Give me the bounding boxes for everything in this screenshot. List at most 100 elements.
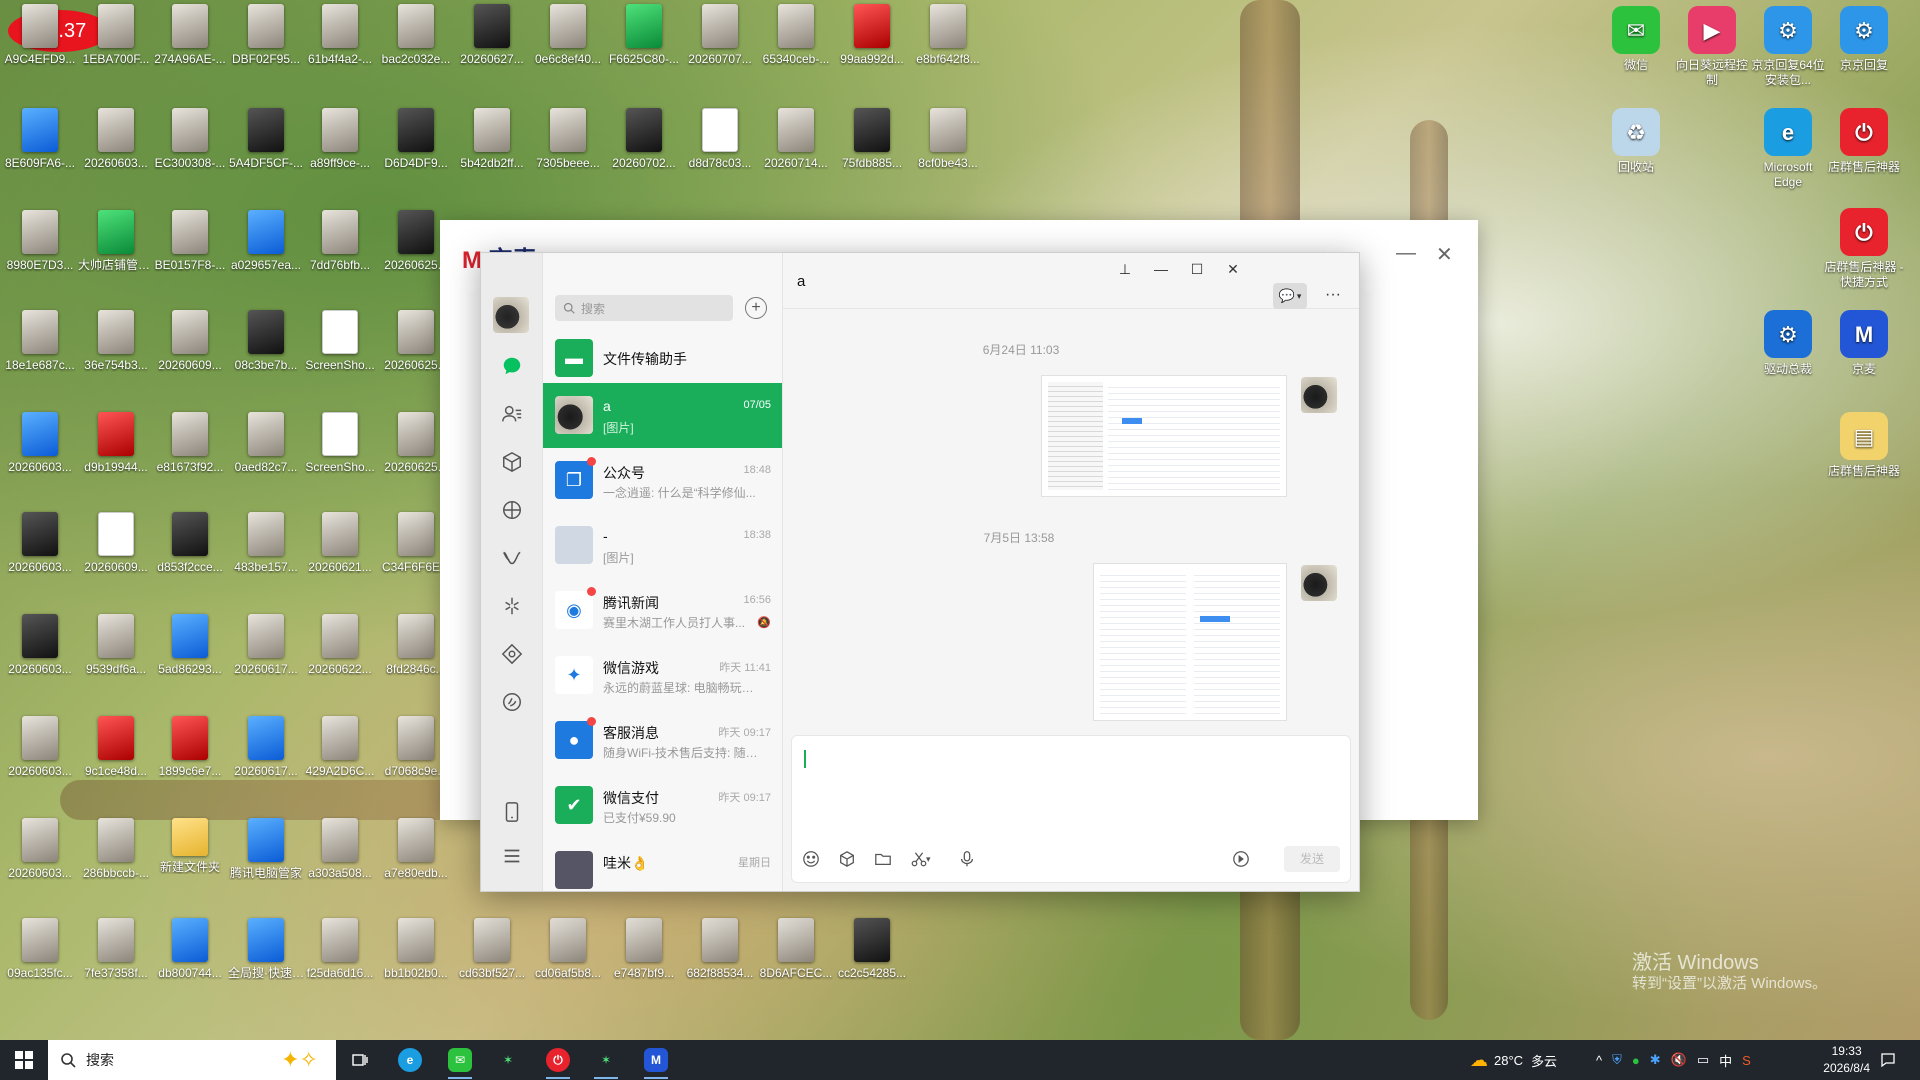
desktop-file[interactable]: 20260603...	[2, 818, 78, 880]
desktop-file[interactable]: 全局搜·快速启动器	[228, 918, 304, 980]
desktop-file[interactable]: 36e754b3...	[78, 310, 154, 372]
desktop-file[interactable]: 20260603...	[2, 512, 78, 574]
chat-list-item[interactable]: ◉ 腾讯新闻 16:56 赛里木湖工作人员打人事... 🔕	[543, 578, 782, 643]
desktop-file[interactable]: a029657ea...	[228, 210, 304, 272]
desktop-file[interactable]: ScreenSho...	[302, 310, 378, 372]
sogou-icon[interactable]: S	[1742, 1053, 1751, 1068]
desktop-file[interactable]: bb1b02b0...	[378, 918, 454, 980]
sender-avatar[interactable]	[1301, 377, 1337, 413]
desktop-file[interactable]: e7487bf9...	[606, 918, 682, 980]
bluetooth-icon[interactable]: ✱	[1650, 1052, 1661, 1068]
chat-list-item[interactable]: ● 客服消息 昨天 09:17 随身WiFi-技术售后支持: 随身...	[543, 708, 782, 773]
wechat-window[interactable]: 搜索 + ▬ 文件传输助手 a 07/05 [图片] ❐ 公众号 18:48 一念逍遥: 什么是…	[480, 252, 1360, 892]
desktop-file[interactable]: db800744...	[152, 918, 228, 980]
desktop-file[interactable]: 20260702...	[606, 108, 682, 170]
desktop-file[interactable]: 9539df6a...	[78, 614, 154, 676]
desktop-file[interactable]: 5ad86293...	[152, 614, 228, 676]
chat-list-item[interactable]: ▬ 文件传输助手	[543, 333, 782, 383]
desktop-file[interactable]: 8D6AFCEC...	[758, 918, 834, 980]
chevron-up-icon[interactable]: ^	[1596, 1053, 1602, 1068]
desktop-file[interactable]: 99aa992d...	[834, 4, 910, 66]
desktop-file[interactable]: 7dd76bfb...	[302, 210, 378, 272]
desktop-file[interactable]: e81673f92...	[152, 412, 228, 474]
desktop-file[interactable]: a89ff9ce-...	[302, 108, 378, 170]
desktop-file[interactable]: 大帅店铺管理系统	[78, 210, 154, 272]
desktop-app-shortcut[interactable]: ⏻ 店群售后神器	[1824, 108, 1904, 175]
close-icon[interactable]: ✕	[1436, 242, 1453, 267]
favorites-icon[interactable]	[838, 850, 858, 870]
desktop-file[interactable]: BE0157F8-...	[152, 210, 228, 272]
chat-list-item[interactable]: 哇米👌 星期日	[543, 838, 782, 891]
image-message[interactable]	[1093, 563, 1287, 721]
desktop-file[interactable]: 8980E7D3...	[2, 210, 78, 272]
add-button[interactable]: +	[745, 297, 767, 319]
desktop-file[interactable]: 8E609FA6-...	[2, 108, 78, 170]
search-discover-icon[interactable]	[499, 593, 525, 619]
desktop-file[interactable]: 20260603...	[2, 614, 78, 676]
desktop-file[interactable]: 20260707...	[682, 4, 758, 66]
maximize-icon[interactable]: ☐	[1183, 261, 1211, 278]
desktop-file[interactable]: 5A4DF5CF-...	[228, 108, 304, 170]
desktop-file[interactable]: 8cf0be43...	[910, 108, 986, 170]
desktop-file[interactable]: 75fdb885...	[834, 108, 910, 170]
desktop-file[interactable]: bac2c032e...	[378, 4, 454, 66]
desktop-file[interactable]: A9C4EFD9...	[2, 4, 78, 66]
taskbar-edge[interactable]: e	[390, 1044, 430, 1076]
send-button[interactable]: 发送	[1284, 846, 1340, 872]
minimize-icon[interactable]: —	[1396, 242, 1416, 265]
desktop-file[interactable]: 20260609...	[78, 512, 154, 574]
chat-list-item[interactable]: a 07/05 [图片]	[543, 383, 782, 448]
desktop-file[interactable]: d8d78c03...	[682, 108, 758, 170]
desktop-file[interactable]: d9b19944...	[78, 412, 154, 474]
desktop-file[interactable]: 5b42db2ff...	[454, 108, 530, 170]
folder-icon[interactable]	[874, 850, 894, 870]
emoji-icon[interactable]	[802, 850, 822, 870]
taskbar-after-sales[interactable]: ⏻	[538, 1044, 578, 1079]
desktop-file[interactable]: 新建文件夹	[152, 818, 228, 874]
chat-list-item[interactable]: ❐ 公众号 18:48 一念逍遥: 什么是“科学修仙...	[543, 448, 782, 513]
menu-icon[interactable]	[499, 843, 525, 869]
desktop-file[interactable]: DBF02F95...	[228, 4, 304, 66]
desktop-file[interactable]: d853f2cce...	[152, 512, 228, 574]
network-icon[interactable]: ▭	[1697, 1052, 1709, 1068]
desktop-app-shortcut[interactable]: e Microsoft Edge	[1748, 108, 1828, 190]
desktop-file[interactable]: 20260627...	[454, 4, 530, 66]
more-button[interactable]: ···	[1321, 283, 1345, 307]
desktop-app-shortcut[interactable]: ⏻ 店群售后神器 - 快捷方式	[1824, 208, 1904, 290]
desktop-file[interactable]: 1899c6e7...	[152, 716, 228, 778]
message-input[interactable]: ▾ 发送	[791, 735, 1351, 883]
desktop-file[interactable]: D6D4DF9...	[378, 108, 454, 170]
desktop-file[interactable]: 61b4f4a2-...	[302, 4, 378, 66]
desktop-file[interactable]: EC300308-...	[152, 108, 228, 170]
desktop-file[interactable]: 7fe37358f...	[78, 918, 154, 980]
desktop-file[interactable]: a7e80edb...	[378, 818, 454, 880]
desktop-file[interactable]: 0e6c8ef40...	[530, 4, 606, 66]
desktop-file[interactable]: f25da6d16...	[302, 918, 378, 980]
desktop-file[interactable]: ScreenSho...	[302, 412, 378, 474]
desktop-file[interactable]: 20260617...	[228, 614, 304, 676]
desktop-file[interactable]: 20260603...	[2, 412, 78, 474]
contacts-icon[interactable]	[499, 401, 525, 427]
desktop-app-shortcut[interactable]: ⚙ 驱动总裁	[1748, 310, 1828, 377]
phone-icon[interactable]	[499, 799, 525, 825]
desktop-file[interactable]: 7305beee...	[530, 108, 606, 170]
desktop-file[interactable]: cd06af5b8...	[530, 918, 606, 980]
desktop-file[interactable]: 0aed82c7...	[228, 412, 304, 474]
taskbar-jingmai[interactable]: M	[636, 1044, 676, 1079]
desktop-file[interactable]: 20260603...	[2, 716, 78, 778]
favorites-icon[interactable]	[499, 449, 525, 475]
desktop-app-shortcut[interactable]: ▤ 店群售后神器	[1824, 412, 1904, 479]
desktop-file[interactable]: 20260714...	[758, 108, 834, 170]
desktop-file[interactable]: 09ac135fc...	[2, 918, 78, 980]
desktop-file[interactable]: 20260617...	[228, 716, 304, 778]
chat-icon[interactable]	[499, 353, 525, 379]
desktop-file[interactable]: F6625C80-...	[606, 4, 682, 66]
weather-widget[interactable]: ☁ 28°C 多云	[1470, 1040, 1557, 1080]
my-avatar[interactable]	[493, 297, 529, 333]
mini-program-icon[interactable]	[499, 641, 525, 667]
channels-icon[interactable]	[499, 545, 525, 571]
desktop-file[interactable]: 65340ceb-...	[758, 4, 834, 66]
desktop-app-shortcut[interactable]: ✉ 微信	[1596, 6, 1676, 73]
desktop-file[interactable]: 483be157...	[228, 512, 304, 574]
clock[interactable]: 19:33 2026/8/4	[1823, 1043, 1870, 1077]
